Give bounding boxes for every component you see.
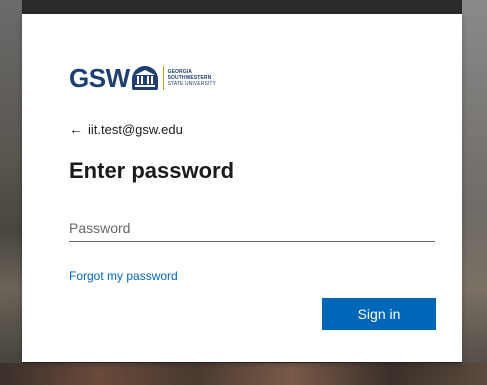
sign-in-button[interactable]: Sign in	[322, 298, 436, 330]
page-title: Enter password	[69, 158, 235, 183]
sign-in-card: GSW GEORGIA SOUTHWESTERN STATE UNIVERSIT…	[22, 14, 462, 362]
background-bottom-strip	[0, 363, 487, 385]
background-right-strip	[462, 0, 487, 385]
logo-university-name: GEORGIA SOUTHWESTERN STATE UNIVERSITY	[168, 69, 216, 87]
background-left-strip	[0, 0, 22, 385]
forgot-password-link[interactable]: Forgot my password	[69, 269, 178, 283]
account-email[interactable]: iit.test@gsw.edu	[88, 122, 183, 137]
logo-line-3: STATE UNIVERSITY	[167, 81, 216, 87]
background-photo: GSW GEORGIA SOUTHWESTERN STATE UNIVERSIT…	[0, 0, 487, 385]
building-icon	[131, 66, 158, 90]
logo-acronym: GSW	[69, 63, 130, 93]
arrow-left-icon[interactable]: ←	[69, 121, 83, 137]
back-to-account-button[interactable]: ← iit.test@gsw.edu	[69, 121, 183, 137]
gsw-logo: GSW GEORGIA SOUTHWESTERN STATE UNIVERSIT…	[69, 64, 216, 92]
password-field[interactable]	[69, 215, 435, 242]
logo-divider	[162, 66, 164, 90]
